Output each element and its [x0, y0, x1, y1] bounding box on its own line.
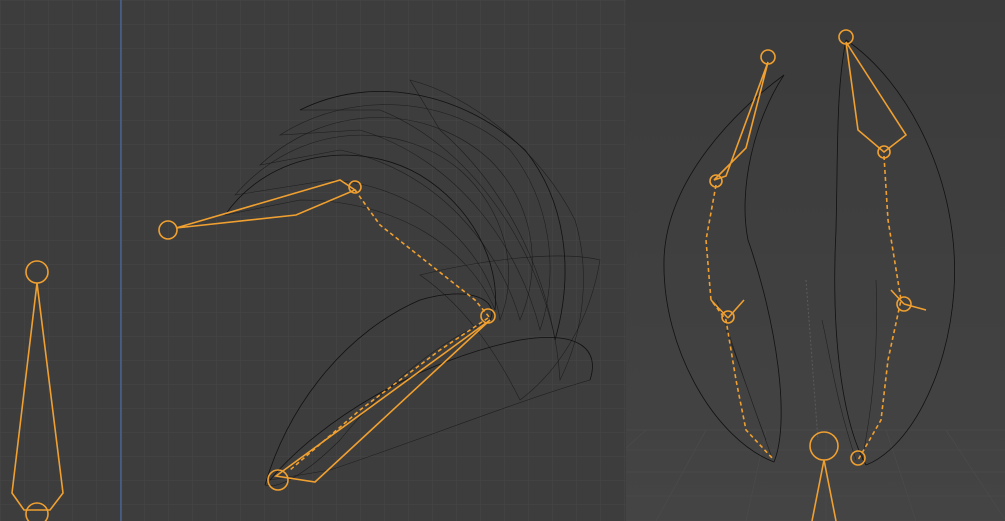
- viewport-right[interactable]: [626, 0, 1005, 521]
- viewport-right-canvas[interactable]: [626, 0, 1005, 521]
- viewport-left[interactable]: [0, 0, 626, 521]
- workspace: [0, 0, 1005, 521]
- viewport-left-canvas[interactable]: [0, 0, 626, 521]
